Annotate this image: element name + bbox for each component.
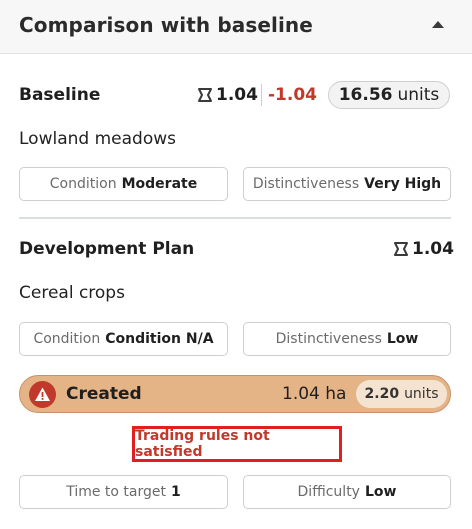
baseline-units-label: units	[397, 85, 440, 105]
created-units-label: units	[404, 386, 439, 402]
error-message: Trading rules not satisfied	[135, 428, 270, 460]
section-title: Comparison with baseline	[19, 13, 313, 37]
plan-distinctiveness-chip: Distinctiveness Low	[243, 322, 451, 356]
condition-label: Condition	[49, 176, 117, 192]
baseline-habitat: Lowland meadows	[19, 129, 176, 149]
baseline-units-badge: 16.56 units	[328, 81, 450, 109]
section-divider	[19, 217, 451, 219]
distinctiveness-label: Distinctiveness	[275, 331, 382, 347]
distinctiveness-value: Very High	[364, 176, 442, 192]
condition-label: Condition	[33, 331, 101, 347]
plan-area-value: 1.04	[412, 239, 454, 259]
trading-rules-error: Trading rules not satisfied	[132, 426, 342, 462]
plan-habitat: Cereal crops	[19, 283, 125, 303]
created-units-value: 2.20	[364, 386, 400, 402]
plan-title: Development Plan	[19, 239, 195, 259]
section-header[interactable]: Comparison with baseline	[0, 0, 472, 54]
time-label: Time to target	[66, 484, 167, 500]
baseline-change: -1.04	[268, 85, 317, 105]
baseline-condition-chip: Condition Moderate	[19, 167, 228, 201]
difficulty-label: Difficulty	[297, 484, 360, 500]
condition-value: Condition N/A	[105, 331, 214, 347]
area-icon	[394, 242, 408, 256]
plan-area: 1.04	[393, 239, 454, 259]
difficulty-chip: Difficulty Low	[243, 475, 451, 509]
distinctiveness-value: Low	[386, 331, 419, 347]
difficulty-value: Low	[364, 484, 397, 500]
warning-icon	[29, 381, 56, 408]
distinctiveness-label: Distinctiveness	[252, 176, 360, 192]
created-hectares: 1.04 ha	[282, 384, 347, 404]
baseline-area: 1.04	[197, 85, 258, 105]
time-value: 1	[171, 484, 181, 500]
baseline-units-value: 16.56	[338, 85, 393, 105]
created-units-badge: 2.20 units	[356, 380, 447, 408]
collapse-caret-icon[interactable]	[432, 21, 444, 28]
area-icon	[198, 88, 212, 102]
time-to-target-chip: Time to target 1	[19, 475, 228, 509]
baseline-area-value: 1.04	[216, 85, 258, 105]
baseline-distinctiveness-chip: Distinctiveness Very High	[243, 167, 451, 201]
divider	[261, 84, 262, 106]
condition-value: Moderate	[121, 176, 198, 192]
created-label: Created	[66, 384, 142, 404]
baseline-title: Baseline	[19, 85, 101, 105]
created-banner[interactable]: Created 1.04 ha 2.20 units	[19, 375, 451, 413]
plan-condition-chip: Condition Condition N/A	[19, 322, 228, 356]
